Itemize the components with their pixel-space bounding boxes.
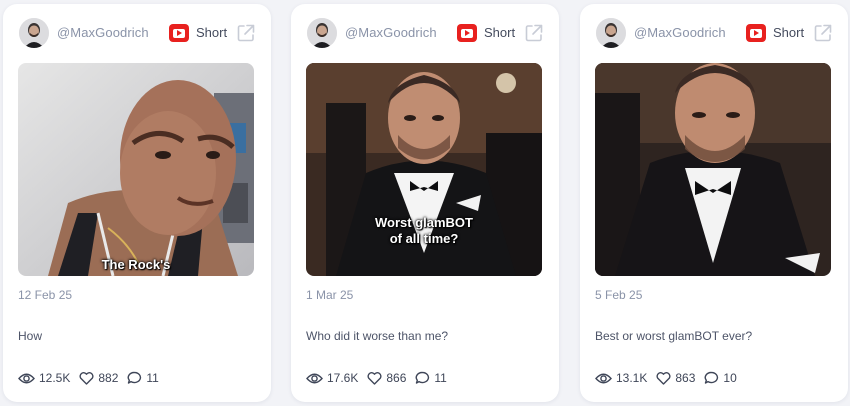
comment-icon: [704, 371, 719, 384]
external-link-icon[interactable]: [813, 23, 833, 43]
channel-handle[interactable]: @MaxGoodrich: [634, 25, 726, 40]
views-stat: 17.6K: [306, 371, 358, 385]
content-type-label: Short: [484, 25, 516, 40]
views-count: 12.5K: [39, 371, 71, 385]
comment-icon: [127, 371, 142, 384]
likes-count: 882: [98, 371, 119, 385]
post-title: How: [18, 329, 43, 343]
comments-count: 10: [723, 371, 737, 385]
external-link-icon[interactable]: [524, 23, 544, 43]
views-count: 13.1K: [616, 371, 648, 385]
post-title: Best or worst glamBOT ever?: [595, 329, 753, 343]
video-thumbnail[interactable]: The Rock's: [18, 63, 254, 276]
likes-count: 863: [675, 371, 696, 385]
eye-icon: [595, 373, 612, 383]
youtube-icon: [457, 24, 477, 42]
channel-handle[interactable]: @MaxGoodrich: [345, 25, 437, 40]
likes-stat: 863: [656, 371, 695, 385]
avatar: [307, 18, 337, 48]
eye-icon: [18, 373, 35, 383]
eye-icon: [306, 373, 323, 383]
comment-icon: [415, 371, 430, 384]
post-date: 1 Mar 25: [306, 288, 354, 302]
post-date: 5 Feb 25: [595, 288, 643, 302]
content-type-label: Short: [196, 25, 228, 40]
likes-stat: 882: [79, 371, 118, 385]
comments-stat: 10: [704, 371, 737, 385]
avatar: [19, 18, 49, 48]
heart-icon: [656, 371, 671, 385]
likes-count: 866: [386, 371, 407, 385]
views-stat: 12.5K: [18, 371, 70, 385]
engagement-stats: 12.5K 882 11: [18, 371, 168, 385]
youtube-icon: [746, 24, 766, 42]
heart-icon: [367, 371, 382, 385]
engagement-stats: 13.1K 863 10: [595, 371, 746, 385]
channel-handle[interactable]: @MaxGoodrich: [57, 25, 149, 40]
comments-count: 11: [146, 371, 159, 385]
video-thumbnail[interactable]: Worst glamBOT of all time?: [306, 63, 542, 276]
views-count: 17.6K: [327, 371, 359, 385]
heart-icon: [79, 371, 94, 385]
post-date: 12 Feb 25: [18, 288, 73, 302]
engagement-stats: 17.6K 866 11: [306, 371, 456, 385]
post-title: Who did it worse than me?: [306, 329, 449, 343]
comments-stat: 11: [415, 371, 447, 385]
views-stat: 13.1K: [595, 371, 647, 385]
content-type-label: Short: [773, 25, 805, 40]
likes-stat: 866: [367, 371, 406, 385]
video-card[interactable]: @MaxGoodrich Short 5 Feb 25 Best or wors…: [580, 4, 848, 402]
video-thumbnail[interactable]: [595, 63, 831, 276]
video-card[interactable]: @MaxGoodrich Short Worst glamBOT of all …: [291, 4, 559, 402]
thumbnail-caption: The Rock's: [101, 257, 171, 272]
comments-count: 11: [434, 371, 447, 385]
video-card[interactable]: @MaxGoodrich Short The Rock's 12 Feb 25 …: [3, 4, 271, 402]
comments-stat: 11: [127, 371, 159, 385]
avatar: [596, 18, 626, 48]
youtube-icon: [169, 24, 189, 42]
external-link-icon[interactable]: [236, 23, 256, 43]
thumbnail-caption: Worst glamBOT of all time?: [375, 215, 473, 246]
